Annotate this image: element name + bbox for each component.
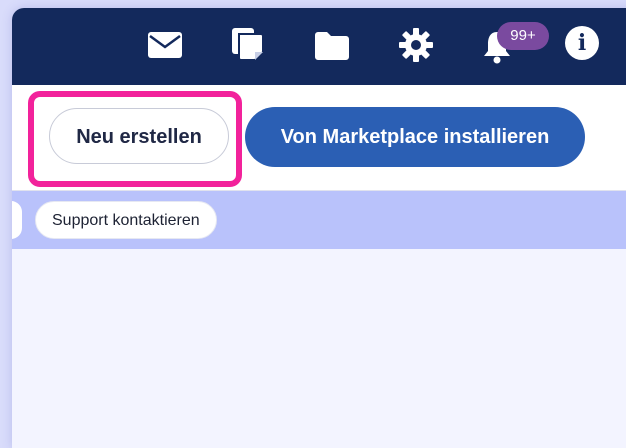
info-icon[interactable]: i — [565, 26, 599, 60]
notes-icon[interactable] — [228, 24, 268, 64]
top-navigation-bar: 99+ i — [12, 8, 626, 85]
contact-support-chip[interactable]: Support kontaktieren — [35, 201, 217, 239]
gear-icon[interactable] — [396, 25, 436, 65]
partial-chip[interactable] — [12, 201, 22, 239]
install-from-marketplace-button[interactable]: Von Marketplace installieren — [245, 107, 585, 167]
create-new-button[interactable]: Neu erstellen — [49, 108, 229, 164]
mail-icon[interactable] — [145, 25, 185, 65]
action-toolbar: Neu erstellen Von Marketplace installier… — [12, 85, 626, 191]
content-area — [12, 249, 626, 448]
app-window: 99+ i Neu erstellen Von Marketplace inst… — [12, 8, 626, 448]
quick-actions-bar: Support kontaktieren — [12, 191, 626, 249]
notification-count-badge: 99+ — [497, 22, 549, 50]
folder-icon[interactable] — [312, 26, 352, 66]
